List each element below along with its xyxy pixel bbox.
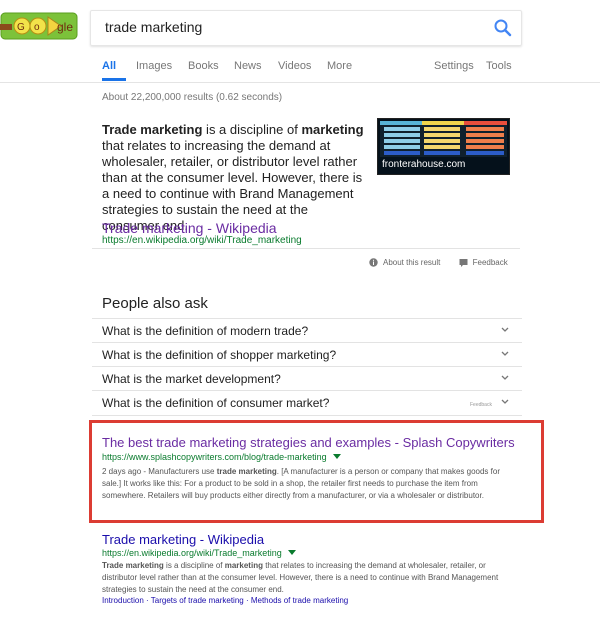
- chart-image: [380, 121, 507, 157]
- caret-down-icon[interactable]: [333, 454, 342, 460]
- tab-more[interactable]: More: [327, 60, 352, 72]
- search-button[interactable]: [493, 18, 513, 38]
- feedback-icon: [459, 259, 468, 267]
- divider: [92, 248, 520, 249]
- paa-question-text: What is the definition of consumer marke…: [102, 396, 330, 410]
- featured-bold-term: Trade marketing: [102, 122, 203, 137]
- google-logo[interactable]: gle G o: [0, 9, 78, 43]
- svg-text:o: o: [34, 22, 40, 33]
- featured-snippet-text: Trade marketing is a discipline of marke…: [102, 122, 364, 234]
- tab-images[interactable]: Images: [136, 60, 172, 72]
- tab-tools[interactable]: Tools: [486, 60, 512, 72]
- search-input[interactable]: [103, 18, 487, 36]
- tab-all[interactable]: All: [102, 60, 116, 72]
- paa-question[interactable]: What is the definition of modern trade?: [92, 318, 522, 343]
- result-url-text: https://en.wikipedia.org/wiki/Trade_mark…: [102, 548, 282, 558]
- result-title-link[interactable]: Trade marketing - Wikipedia: [102, 532, 264, 547]
- result-snippet: Trade marketing is a discipline of marke…: [102, 560, 522, 596]
- tab-settings[interactable]: Settings: [434, 60, 474, 72]
- paa-question-text: What is the definition of modern trade?: [102, 324, 309, 338]
- snippet-text: is a discipline of: [163, 561, 225, 570]
- info-icon: [369, 258, 378, 267]
- sublink-introduction[interactable]: Introduction: [102, 596, 144, 605]
- result-sublinks: Introduction · Targets of trade marketin…: [102, 596, 348, 605]
- feedback-label: Feedback: [472, 258, 508, 267]
- sublink-separator: ·: [143, 596, 151, 605]
- chevron-down-icon: [501, 399, 509, 404]
- tab-books[interactable]: Books: [188, 60, 219, 72]
- paa-question[interactable]: What is the market development?: [92, 366, 522, 391]
- chevron-down-icon: [501, 327, 509, 332]
- chevron-down-icon: [501, 375, 509, 380]
- result-url[interactable]: https://www.splashcopywriters.com/blog/t…: [102, 452, 342, 462]
- feedback-link[interactable]: Feedback: [459, 258, 508, 267]
- featured-result-link[interactable]: Trade marketing - Wikipedia: [102, 220, 277, 236]
- people-also-ask-feedback[interactable]: Feedback: [470, 402, 492, 408]
- featured-bold-term: marketing: [301, 122, 364, 137]
- sublink-separator: ·: [243, 596, 251, 605]
- active-tab-underline: [102, 78, 126, 81]
- search-icon: [494, 19, 512, 37]
- featured-text-part: that relates to increasing the demand at…: [102, 138, 363, 233]
- about-row: About this result Feedback: [369, 258, 508, 269]
- featured-text-part: is a discipline of: [202, 122, 302, 137]
- result-stats: About 22,200,000 results (0.62 seconds): [102, 92, 283, 103]
- thumbnail-caption: fronterahouse.com: [382, 159, 466, 170]
- result-url[interactable]: https://en.wikipedia.org/wiki/Trade_mark…: [102, 548, 297, 558]
- result-url-text: https://www.splashcopywriters.com/blog/t…: [102, 452, 327, 462]
- featured-result-url[interactable]: https://en.wikipedia.org/wiki/Trade_mark…: [102, 235, 302, 246]
- people-also-ask-title: People also ask: [102, 295, 208, 312]
- tab-news[interactable]: News: [234, 60, 262, 72]
- snippet-prefix: 2 days ago - Manufacturers use: [102, 467, 217, 476]
- snippet-bold-term: trade marketing: [216, 467, 277, 476]
- result-title-link[interactable]: The best trade marketing strategies and …: [102, 435, 515, 450]
- sublink-methods[interactable]: Methods of trade marketing: [251, 596, 348, 605]
- svg-text:gle: gle: [57, 20, 73, 34]
- paa-question[interactable]: What is the definition of consumer marke…: [92, 390, 522, 416]
- sublink-targets[interactable]: Targets of trade marketing: [151, 596, 244, 605]
- search-box[interactable]: [90, 10, 522, 46]
- tab-videos[interactable]: Videos: [278, 60, 311, 72]
- google-logo-icon: gle G o: [0, 12, 78, 40]
- chevron-down-icon: [501, 351, 509, 356]
- about-this-result-label: About this result: [383, 258, 441, 267]
- paa-question[interactable]: What is the definition of shopper market…: [92, 342, 522, 367]
- caret-down-icon[interactable]: [288, 550, 297, 556]
- header: gle G o All Images Books News Videos Mor…: [0, 0, 600, 83]
- featured-thumbnail[interactable]: fronterahouse.com: [377, 118, 510, 175]
- result-snippet: 2 days ago - Manufacturers use trade mar…: [102, 466, 520, 502]
- about-this-result[interactable]: About this result: [369, 258, 440, 267]
- paa-question-text: What is the market development?: [102, 372, 281, 386]
- paa-question-text: What is the definition of shopper market…: [102, 348, 337, 362]
- snippet-bold-term: Trade marketing: [102, 561, 164, 570]
- snippet-bold-term: marketing: [224, 561, 263, 570]
- svg-text:G: G: [17, 22, 25, 33]
